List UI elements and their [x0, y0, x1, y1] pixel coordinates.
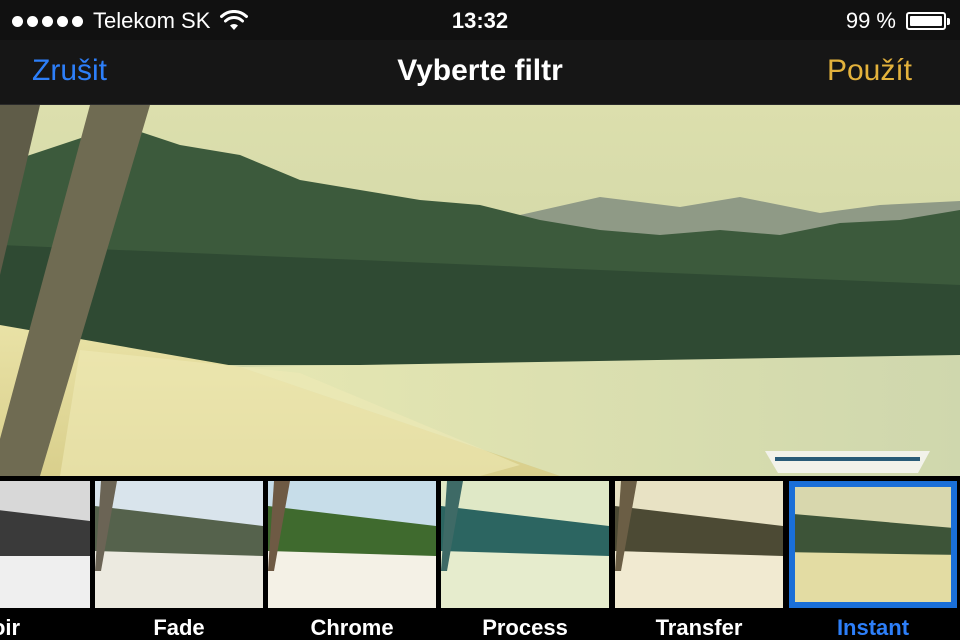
carrier-name: Telekom SK: [93, 8, 211, 33]
filter-thumbnail: [789, 481, 957, 608]
filter-item-transfer[interactable]: Transfer: [615, 481, 783, 640]
battery-icon: [906, 12, 950, 30]
filter-label: Process: [482, 615, 568, 640]
filter-item-fade[interactable]: Fade: [95, 481, 263, 640]
beach-photo: [0, 105, 960, 476]
filter-item-process[interactable]: Process: [441, 481, 609, 640]
filter-thumbnail: [615, 481, 783, 608]
filter-thumbnail-image: [441, 481, 609, 608]
signal-dots-icon: [12, 15, 83, 27]
filter-thumbnail: [441, 481, 609, 608]
filter-thumbnail: [0, 481, 90, 608]
navigation-bar: Zrušit Vyberte filtr Použít: [0, 40, 960, 105]
filter-label: Fade: [153, 615, 205, 640]
wifi-icon: [220, 10, 249, 30]
battery-percent: 99 %: [845, 8, 896, 33]
filter-label: oir: [0, 615, 21, 640]
cancel-button[interactable]: Zrušit: [32, 54, 107, 88]
status-left: Telekom SK: [12, 8, 249, 34]
status-right: 99 %: [845, 8, 950, 34]
filter-label: Transfer: [655, 615, 743, 640]
filter-thumbnail: [268, 481, 436, 608]
page-title: Vyberte filtr: [397, 54, 563, 87]
filter-label: Instant: [836, 615, 910, 640]
apply-button[interactable]: Použít: [827, 54, 912, 88]
filter-item-instant[interactable]: Instant: [789, 481, 957, 640]
filter-label: Chrome: [310, 615, 394, 640]
filter-strip: oir Fade Chrome: [0, 476, 960, 640]
filter-item-noir[interactable]: oir: [0, 481, 90, 640]
filter-thumbnail-image: [795, 487, 951, 602]
battery-fill: [910, 16, 942, 26]
filter-item-chrome[interactable]: Chrome: [268, 481, 436, 640]
filter-thumbnail-image: [95, 481, 263, 608]
photo-preview: [0, 105, 960, 476]
battery-tip: [947, 18, 950, 25]
filter-thumbnail-image: [268, 481, 436, 608]
status-bar: Telekom SK 13:32 99 %: [0, 0, 960, 40]
filter-thumbnail: [95, 481, 263, 608]
filter-thumbnail-image: [615, 481, 783, 608]
filter-thumbnail-image: [0, 481, 90, 608]
